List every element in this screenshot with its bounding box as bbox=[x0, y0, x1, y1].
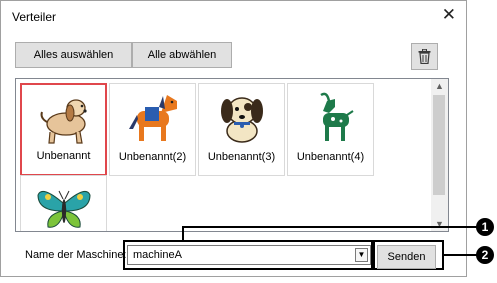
select-all-button[interactable]: Alles auswählen bbox=[15, 42, 132, 68]
puppy-icon bbox=[220, 97, 263, 143]
callout-badge-2: 2 bbox=[476, 246, 494, 264]
callout-2-line bbox=[442, 254, 478, 256]
machine-name-select[interactable]: machineA ▼ bbox=[127, 245, 371, 265]
callout-1-line bbox=[182, 226, 478, 228]
scroll-down-icon[interactable]: ▼ bbox=[431, 217, 448, 231]
distributor-dialog: Verteiler ✕ Alles auswählen Alle abwähle… bbox=[0, 0, 467, 277]
design-item-label: Unbenannt bbox=[36, 150, 91, 162]
machine-name-label: Name der Maschine: bbox=[25, 249, 127, 261]
list-scrollbar[interactable]: ▲ ▼ bbox=[431, 79, 448, 231]
close-icon[interactable]: ✕ bbox=[442, 5, 456, 25]
design-item-label: Unbenannt(3) bbox=[207, 151, 276, 163]
design-list[interactable]: Unbenannt Unbenannt(2) Unbenannt(3) Unbe… bbox=[15, 78, 449, 232]
chevron-down-icon[interactable]: ▼ bbox=[355, 248, 368, 262]
machine-name-value: machineA bbox=[133, 249, 182, 261]
window-title: Verteiler bbox=[12, 10, 57, 24]
butterfly-icon bbox=[36, 190, 91, 228]
scroll-up-icon[interactable]: ▲ bbox=[431, 79, 448, 93]
scroll-thumb[interactable] bbox=[433, 95, 445, 195]
design-item-2[interactable]: Unbenannt(2) bbox=[109, 83, 196, 176]
design-item-3[interactable]: Unbenannt(3) bbox=[198, 83, 285, 176]
delete-button[interactable] bbox=[411, 43, 438, 70]
trash-icon bbox=[418, 49, 431, 64]
callout-badge-1: 1 bbox=[476, 218, 494, 236]
horse-icon bbox=[128, 95, 177, 141]
title-bar: Verteiler ✕ bbox=[1, 1, 466, 31]
design-item-1[interactable]: Unbenannt bbox=[20, 83, 107, 176]
spaniel-dog-icon bbox=[40, 99, 87, 144]
design-item-4[interactable]: Unbenannt(4) bbox=[287, 83, 374, 176]
deselect-all-button[interactable]: Alle abwählen bbox=[132, 42, 232, 68]
design-item-label: Unbenannt(4) bbox=[296, 151, 365, 163]
goat-icon bbox=[319, 92, 354, 141]
design-item-label: Unbenannt(2) bbox=[118, 151, 187, 163]
callout-1-line-stub bbox=[182, 226, 184, 240]
send-button[interactable]: Senden bbox=[377, 245, 436, 269]
design-item-5[interactable] bbox=[20, 175, 107, 231]
